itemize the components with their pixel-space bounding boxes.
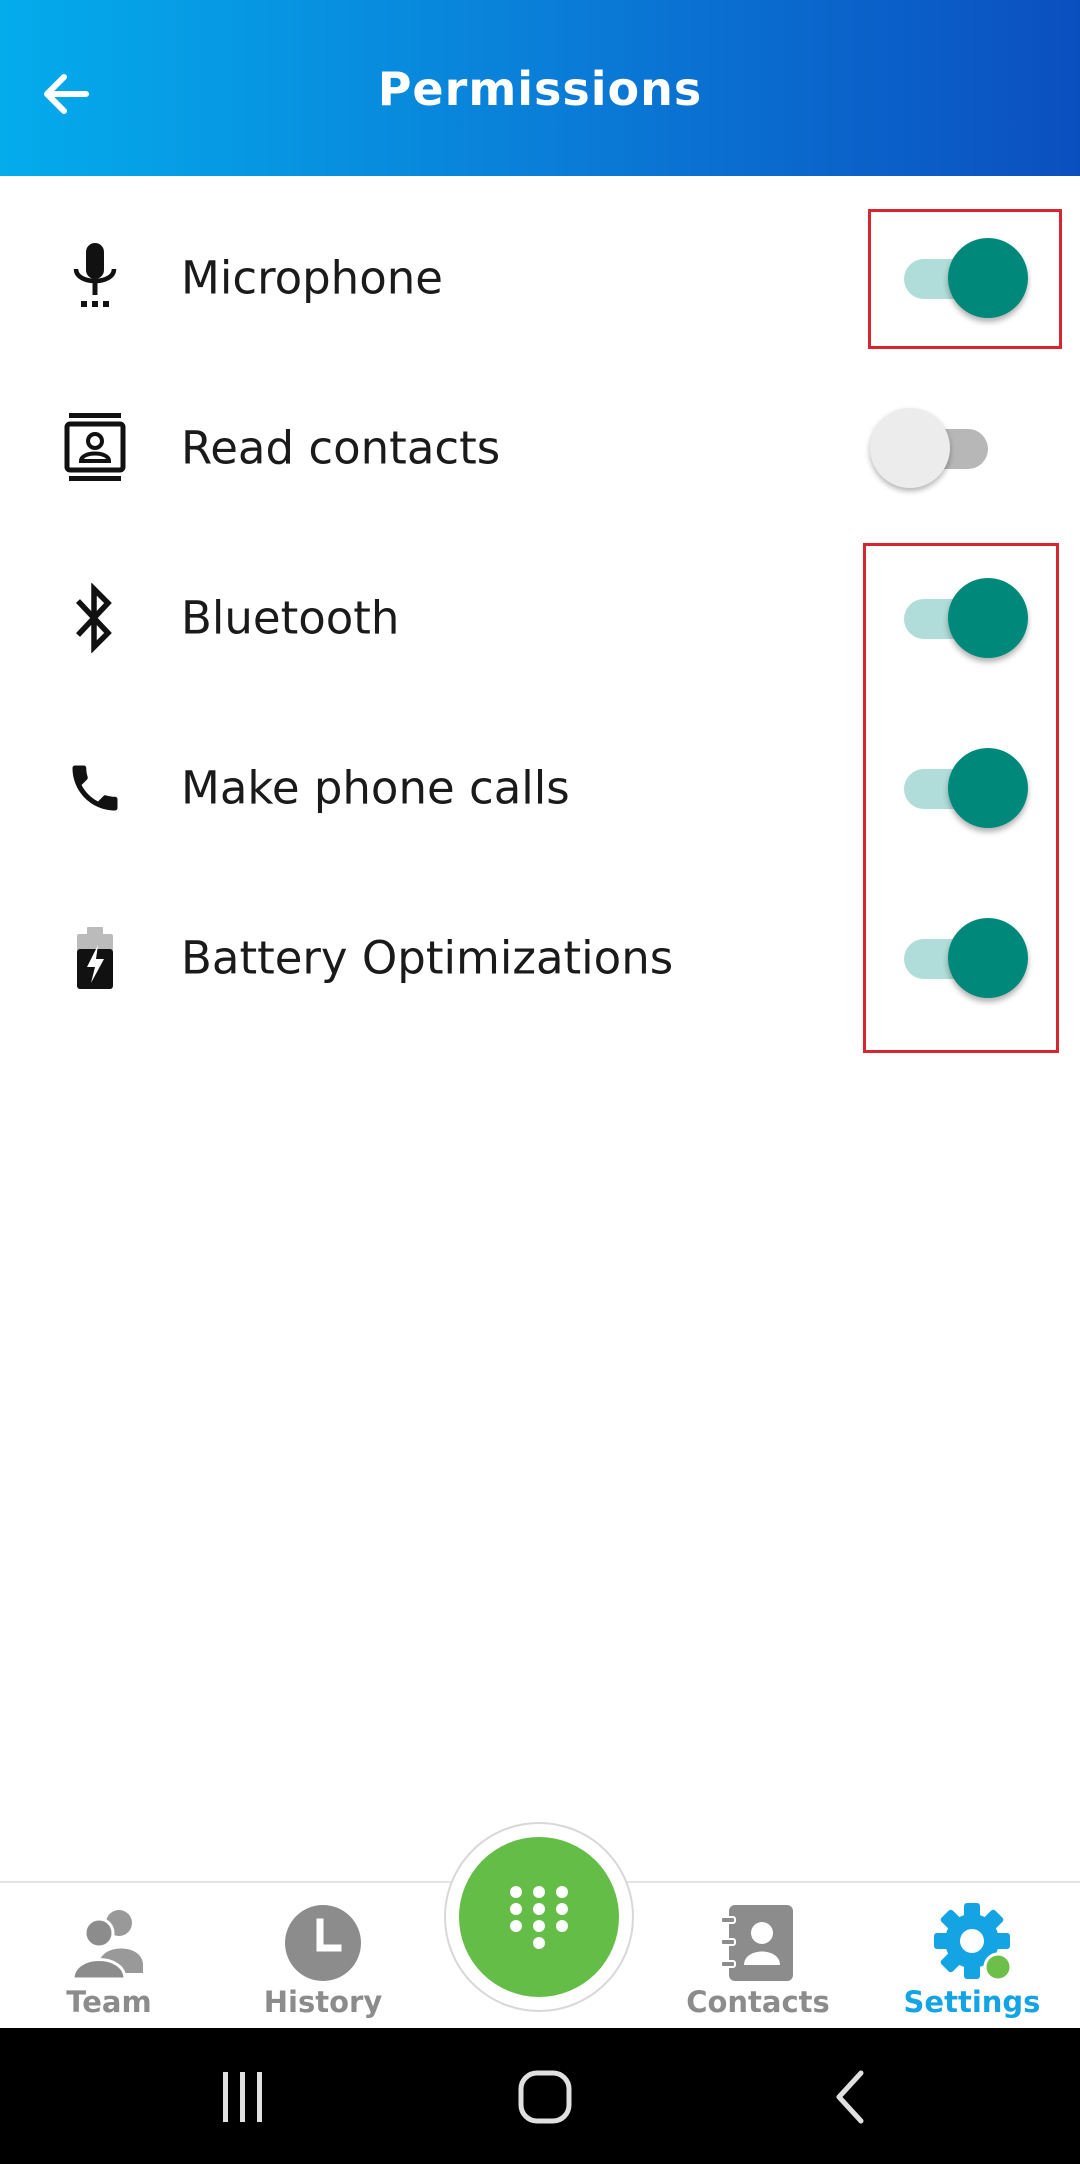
nav-label: Team bbox=[66, 1985, 152, 2019]
nav-item-settings[interactable]: Settings bbox=[902, 1883, 1042, 2030]
permission-label: Bluetooth bbox=[181, 591, 400, 645]
dialpad-button-ring bbox=[444, 1822, 634, 2012]
permission-row-read-contacts: Read contacts bbox=[0, 363, 1080, 533]
toggle-knob bbox=[948, 748, 1028, 828]
back-icon bbox=[836, 2070, 864, 2124]
nav-label: History bbox=[263, 1985, 383, 2019]
phone-icon bbox=[58, 751, 132, 825]
permission-label: Read contacts bbox=[181, 421, 501, 475]
permission-label: Microphone bbox=[181, 251, 443, 305]
permission-label: Make phone calls bbox=[181, 761, 570, 815]
dialpad-icon bbox=[510, 1886, 568, 1949]
nav-item-team[interactable]: Team bbox=[44, 1883, 174, 2030]
page-title: Permissions bbox=[377, 62, 703, 116]
recent-apps-icon bbox=[223, 2072, 262, 2122]
permission-row-microphone: Microphone bbox=[0, 193, 1080, 363]
toggle-knob bbox=[948, 238, 1028, 318]
bluetooth-icon bbox=[58, 581, 132, 655]
dialpad-button[interactable] bbox=[459, 1837, 619, 1997]
contact-card-icon bbox=[58, 411, 132, 485]
read-contacts-toggle[interactable] bbox=[870, 406, 1004, 490]
system-navigation-bar bbox=[0, 2028, 1080, 2164]
bluetooth-toggle[interactable] bbox=[900, 576, 1034, 660]
home-button[interactable] bbox=[510, 2064, 580, 2130]
toggle-knob bbox=[870, 408, 950, 488]
home-icon bbox=[518, 2070, 572, 2124]
battery-optimizations-toggle[interactable] bbox=[900, 916, 1034, 1000]
team-icon bbox=[67, 1901, 151, 1985]
gear-icon bbox=[930, 1901, 1014, 1985]
battery-charging-icon bbox=[58, 921, 132, 995]
clock-icon bbox=[281, 1901, 365, 1985]
permission-row-phone-calls: Make phone calls bbox=[0, 703, 1080, 873]
app-header: Permissions bbox=[0, 0, 1080, 176]
app-screen: Permissions Microphone Read contacts Blu… bbox=[0, 0, 1080, 2164]
permission-label: Battery Optimizations bbox=[181, 931, 674, 985]
nav-label: Contacts bbox=[686, 1985, 830, 2019]
nav-item-contacts[interactable]: Contacts bbox=[686, 1883, 830, 2030]
toggle-knob bbox=[948, 918, 1028, 998]
phone-calls-toggle[interactable] bbox=[900, 746, 1034, 830]
recent-apps-button[interactable] bbox=[208, 2064, 278, 2130]
microphone-icon bbox=[58, 241, 132, 315]
address-book-icon bbox=[716, 1901, 800, 1985]
permission-row-bluetooth: Bluetooth bbox=[0, 533, 1080, 703]
permission-row-battery: Battery Optimizations bbox=[0, 873, 1080, 1043]
toggle-knob bbox=[948, 578, 1028, 658]
nav-label: Settings bbox=[903, 1985, 1041, 2019]
nav-item-history[interactable]: History bbox=[258, 1883, 388, 2030]
system-back-button[interactable] bbox=[814, 2064, 884, 2130]
microphone-toggle[interactable] bbox=[900, 236, 1034, 320]
